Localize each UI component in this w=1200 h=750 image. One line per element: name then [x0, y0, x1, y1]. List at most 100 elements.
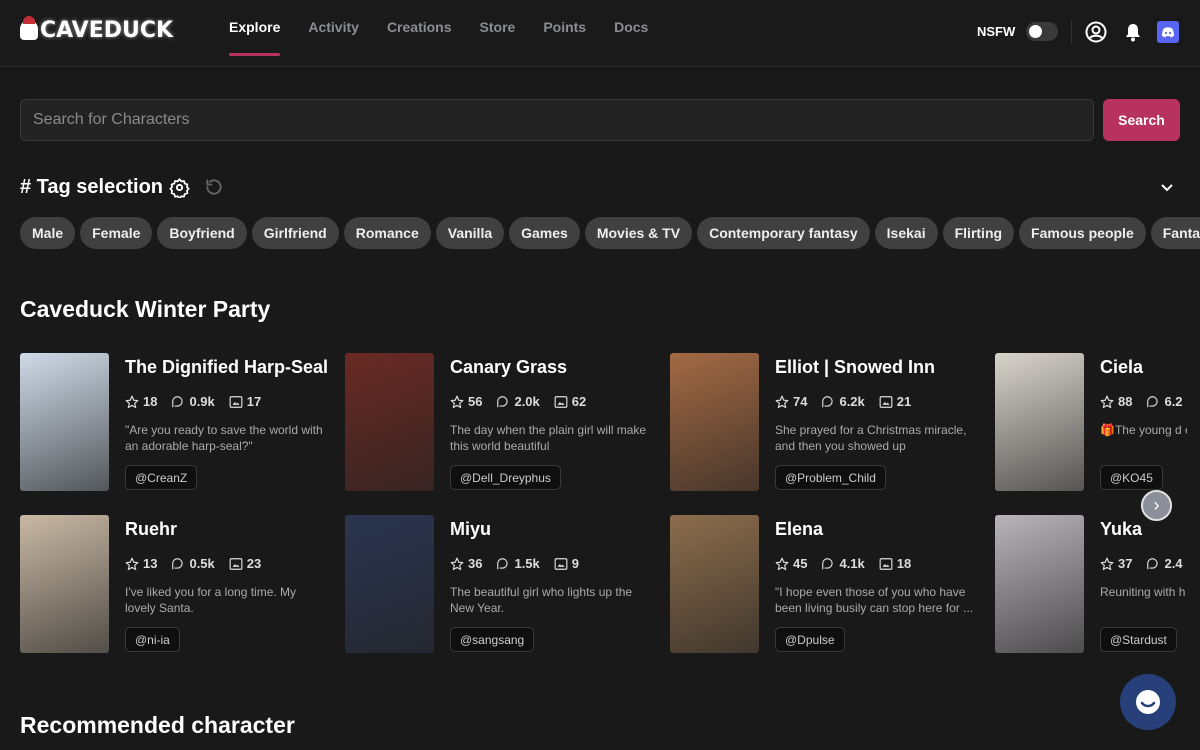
top-nav: CAVEDUCK Explore Activity Creations Store Po… [0, 0, 1200, 67]
character-description: Reuniting with h promise to 10 w [1100, 585, 1187, 599]
nav-tab-points[interactable]: Points [543, 0, 586, 55]
bell-icon[interactable] [1122, 21, 1144, 43]
image-icon [229, 395, 243, 408]
likes-count: 45 [793, 556, 808, 571]
character-name: Ruehr [125, 519, 178, 539]
character-name: Canary Grass [450, 357, 568, 377]
star-icon [1100, 557, 1114, 570]
character-name: Ciela [1100, 357, 1144, 377]
chevron-down-icon[interactable] [1159, 179, 1175, 195]
chat-bubble-icon [172, 395, 184, 407]
images-count: 17 [246, 394, 262, 409]
chat-bubble-icon [1147, 557, 1159, 569]
images-count: 18 [896, 556, 912, 571]
character-card[interactable]: Miyu 36 1.5k 9 The beautiful girl who ligh… [345, 515, 670, 655]
tag-chip[interactable]: Isekai [874, 217, 938, 249]
tag-chip[interactable]: Flirting [942, 217, 1015, 249]
character-image[interactable] [995, 515, 1084, 653]
chats-count: 0.9k [189, 394, 215, 409]
chats-count: 2.0k [514, 394, 540, 409]
images-count: 23 [246, 556, 262, 571]
likes-count: 37 [1118, 556, 1133, 571]
tag-chip[interactable]: Famous people [1019, 217, 1146, 249]
tag-chip[interactable]: Female [80, 217, 153, 249]
search-button[interactable]: Search [1103, 99, 1180, 141]
images-count: 9 [571, 556, 580, 571]
gear-icon[interactable] [169, 177, 190, 198]
chat-bubble-icon [497, 395, 509, 407]
chats-count: 4.1k [839, 556, 865, 571]
likes-count: 88 [1118, 394, 1133, 409]
character-card[interactable]: Yuka 372.4 Reuniting with h promise to 1… [995, 515, 1187, 655]
character-stats: 56 2.0k 62 [450, 394, 586, 409]
tag-chip[interactable]: Romance [343, 217, 431, 249]
likes-count: 74 [793, 394, 808, 409]
author-tag[interactable]: @Dpulse [775, 627, 845, 652]
character-image[interactable] [345, 353, 434, 491]
tag-chip[interactable]: Contemporary fantasy [697, 217, 870, 249]
nav-tab-activity[interactable]: Activity [308, 0, 359, 55]
character-description: "I hope even those of you who have been … [775, 585, 974, 615]
character-stats: 37 2.4 [1100, 556, 1183, 571]
character-image[interactable] [670, 515, 759, 653]
character-card[interactable]: Elena 45 4.1k 18 "I hope even those of you… [670, 515, 995, 655]
author-tag[interactable]: @ni-ia [125, 627, 180, 652]
character-stats: 88 6.2 [1100, 394, 1183, 409]
character-name: Miyu [450, 519, 492, 539]
chats-count: 2.4 [1164, 556, 1183, 571]
tag-chip[interactable]: Boyfriend [157, 217, 247, 249]
nsfw-toggle[interactable] [1026, 22, 1058, 41]
image-icon [879, 395, 893, 408]
nav-tab-explore[interactable]: Explore [229, 0, 281, 56]
chat-icon [1136, 690, 1160, 714]
character-card[interactable]: Elliot | Snowed Inn 74 6.2k 21 She prayed … [670, 353, 995, 493]
author-tag[interactable]: @Stardust [1100, 627, 1177, 652]
character-image[interactable] [20, 353, 109, 491]
likes-count: 56 [468, 394, 483, 409]
star-icon [775, 557, 789, 570]
character-image[interactable] [345, 515, 434, 653]
tag-chip[interactable]: Fantasy [1150, 217, 1200, 249]
chevron-right-icon[interactable]: › [1141, 490, 1172, 521]
character-card[interactable]: The Dignified Harp-Seal 18 0.9k 17 "Are yo… [20, 353, 345, 493]
character-card[interactable]: Canary Grass 56 2.0k 62 The day when the p… [345, 353, 670, 493]
character-card[interactable]: Ruehr 13 0.5k 23 I've liked you for a long… [20, 515, 345, 655]
user-profile-icon[interactable] [1085, 21, 1107, 43]
divider [1071, 20, 1072, 44]
character-image[interactable] [670, 353, 759, 491]
tag-chip[interactable]: Movies & TV [584, 217, 693, 249]
tag-chip[interactable]: Male [20, 217, 76, 249]
nsfw-label: NSFW [977, 24, 1016, 39]
chat-bubble-icon [822, 557, 834, 569]
character-card[interactable]: Ciela 886.2 🎁The young d expecting Santa… [995, 353, 1187, 493]
author-tag[interactable]: @Problem_Child [775, 465, 886, 490]
chats-count: 6.2k [839, 394, 865, 409]
search-input[interactable] [20, 99, 1094, 141]
chat-bubble-icon [1147, 395, 1159, 407]
character-image[interactable] [995, 353, 1084, 491]
author-tag[interactable]: @Dell_Dreyphus [450, 465, 561, 490]
character-name: The Dignified Harp-Seal [125, 357, 329, 377]
tag-chip[interactable]: Girlfriend [251, 217, 339, 249]
image-icon [554, 557, 568, 570]
tag-chip[interactable]: Vanilla [435, 217, 505, 249]
image-icon [229, 557, 243, 570]
nav-tab-store[interactable]: Store [480, 0, 516, 55]
discord-icon[interactable] [1157, 21, 1179, 43]
author-tag[interactable]: @KO45 [1100, 465, 1163, 490]
nav-tab-docs[interactable]: Docs [614, 0, 648, 55]
tag-chip[interactable]: Games [509, 217, 580, 249]
star-icon [125, 395, 139, 408]
logo[interactable]: CAVEDUCK [20, 16, 173, 43]
chat-support-button[interactable] [1120, 674, 1176, 730]
star-icon [775, 395, 789, 408]
chat-bubble-icon [172, 557, 184, 569]
author-tag[interactable]: @sangsang [450, 627, 535, 652]
likes-count: 18 [143, 394, 158, 409]
author-tag[interactable]: @CreanZ [125, 465, 198, 490]
nav-tab-creations[interactable]: Creations [387, 0, 452, 55]
character-image[interactable] [20, 515, 109, 653]
tag-list: Male Female Boyfriend Girlfriend Romance Vani… [20, 217, 1200, 249]
reset-icon[interactable] [204, 177, 224, 197]
images-count: 21 [896, 394, 912, 409]
